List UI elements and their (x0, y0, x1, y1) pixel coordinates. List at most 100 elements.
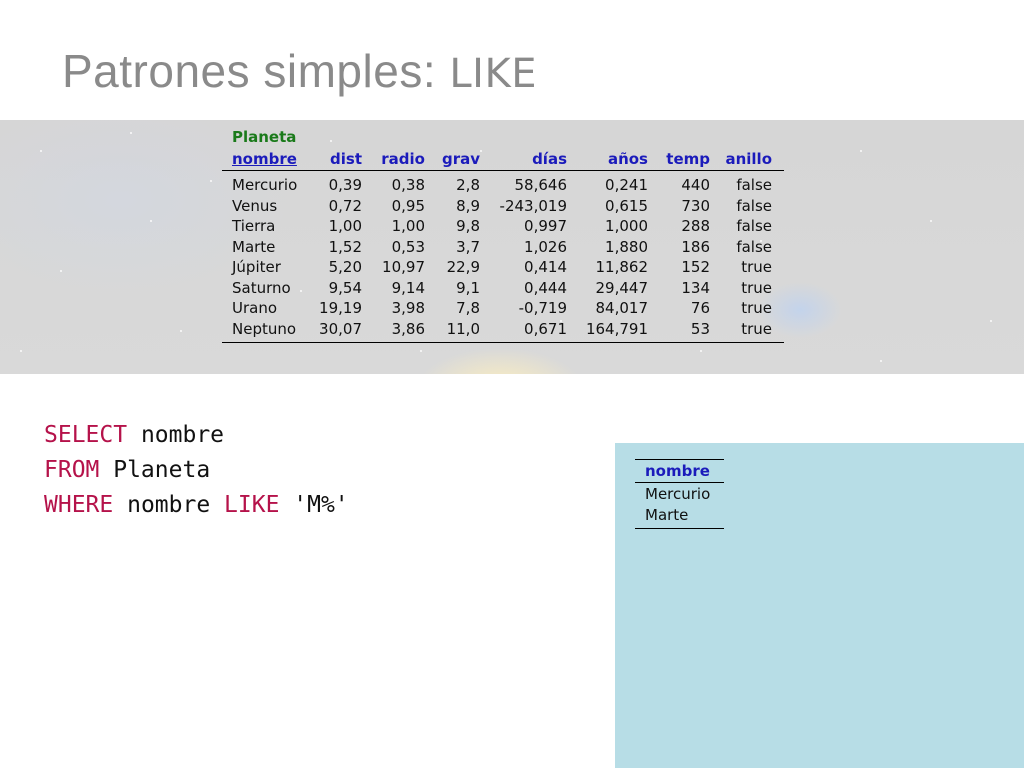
table-cell: 1,00 (391, 217, 425, 235)
star-dot (130, 132, 132, 134)
star-dot (150, 220, 152, 222)
table-cell: Mercurio (232, 176, 298, 194)
table-cell: 84,017 (595, 299, 649, 317)
table-cell: 0,38 (391, 176, 425, 194)
sql-line-from: FROM Planeta (44, 453, 349, 488)
sql-line-select: SELECT nombre (44, 418, 349, 453)
star-dot (880, 360, 882, 362)
table-name: Planeta (232, 128, 297, 146)
planeta-table: Planeta nombre dist radio grav días años… (222, 126, 784, 343)
sql-keyword: FROM (44, 457, 100, 483)
table-row: Urano 19,19 3,98 7,8 -0,719 84,017 76 true (222, 298, 784, 319)
column-header-anillo: anillo (725, 150, 772, 168)
table-row: Mercurio 0,39 0,38 2,8 58,646 0,241 440 false (222, 175, 784, 196)
table-cell: 0,414 (524, 258, 567, 276)
table-cell: Saturno (232, 278, 291, 297)
star-dot (210, 180, 212, 182)
table-cell: true (741, 258, 772, 276)
table-cell: 1,52 (328, 237, 362, 256)
column-header-grav: grav (441, 150, 480, 168)
column-header-temp: temp (666, 150, 710, 168)
table-cell: Marte (232, 237, 276, 256)
table-row: Tierra 1,00 1,00 9,8 0,997 1,000 288 false (222, 216, 784, 237)
table-cell: 53 (690, 319, 710, 338)
table-cell: 9,1 (456, 278, 480, 297)
table-cell: 164,791 (585, 319, 648, 338)
table-cell: 58,646 (514, 176, 568, 194)
sql-keyword: SELECT (44, 422, 128, 448)
table-cell: 186 (681, 237, 710, 256)
table-cell: 76 (690, 299, 710, 317)
table-cell: 29,447 (595, 278, 649, 297)
table-cell: 0,72 (328, 196, 362, 215)
table-row: Saturno 9,54 9,14 9,1 0,444 29,447 134 true (222, 278, 784, 299)
table-cell: 152 (681, 258, 710, 276)
table-cell: true (741, 299, 772, 317)
column-header-radio: radio (381, 150, 425, 168)
table-cell: -243,019 (499, 196, 567, 215)
slide-title-keyword: LIKE (449, 51, 537, 97)
sql-text: Planeta (99, 457, 211, 483)
star-dot (180, 330, 182, 332)
table-cell: 9,8 (456, 217, 480, 235)
table-cell: 0,615 (605, 196, 648, 215)
table-cell: 730 (681, 196, 710, 215)
star-dot (40, 150, 42, 152)
result-row: Marte (645, 506, 689, 524)
table-cell: 5,20 (328, 258, 362, 276)
column-header-nombre: nombre (232, 150, 297, 168)
table-row: Júpiter 5,20 10,97 22,9 0,414 11,862 152 true (222, 257, 784, 278)
table-cell: 134 (681, 278, 710, 297)
table-cell: 30,07 (319, 319, 362, 338)
table-cell: 19,19 (319, 299, 362, 317)
table-cell: 1,000 (605, 217, 648, 235)
star-dot (930, 220, 932, 222)
table-cell: false (736, 237, 772, 256)
table-cell: 3,98 (391, 299, 425, 317)
table-row: Venus 0,72 0,95 8,9 -243,019 0,615 730 false (222, 196, 784, 217)
table-cell: 3,86 (391, 319, 425, 338)
table-cell: 10,97 (382, 258, 425, 276)
table-cell: 3,7 (456, 237, 480, 256)
table-cell: 2,8 (456, 176, 480, 194)
slide-title-text: Patrones simples: (62, 45, 437, 97)
table-body: Mercurio 0,39 0,38 2,8 58,646 0,241 440 false Ve… (222, 171, 784, 343)
table-cell: 7,8 (456, 299, 480, 317)
star-dot (860, 150, 862, 152)
star-dot (700, 350, 702, 352)
sql-query: SELECT nombre FROM Planeta WHERE nombre LI… (44, 418, 349, 523)
table-cell: true (741, 319, 772, 338)
sql-keyword: LIKE (224, 492, 280, 518)
result-body: Mercurio Marte (635, 483, 724, 529)
table-cell: 1,026 (524, 237, 567, 256)
sql-line-where: WHERE nombre LIKE 'M%' (44, 488, 349, 523)
table-cell: 0,671 (524, 319, 567, 338)
table-row: Marte 1,52 0,53 3,7 1,026 1,880 186 false (222, 237, 784, 258)
column-header-dist: dist (330, 150, 362, 168)
table-cell: 9,54 (328, 278, 362, 297)
table-cell: false (736, 196, 772, 215)
result-row: Mercurio (645, 485, 711, 503)
column-header-anos: años (607, 150, 648, 168)
table-cell: Urano (232, 299, 278, 317)
table-row: Neptuno 30,07 3,86 11,0 0,671 164,791 53 true (222, 319, 784, 340)
table-header-row: nombre dist radio grav días años temp an… (222, 148, 784, 171)
table-cell: false (736, 176, 772, 194)
table-cell: 11,862 (595, 258, 649, 276)
star-dot (420, 350, 422, 352)
result-panel: nombre Mercurio Marte (615, 443, 1024, 768)
table-cell: 440 (681, 176, 710, 194)
table-cell: 0,53 (391, 237, 425, 256)
table-cell: false (736, 217, 772, 235)
star-dot (60, 270, 62, 272)
star-dot (20, 350, 22, 352)
table-cell: 288 (681, 217, 710, 235)
sql-text: nombre (127, 422, 225, 448)
table-cell: 8,9 (456, 196, 480, 215)
table-cell: 0,95 (391, 196, 425, 215)
table-cell: 1,00 (328, 217, 362, 235)
table-cell: 11,0 (446, 319, 480, 338)
table-cell: Venus (232, 196, 278, 215)
table-cell: Neptuno (232, 319, 297, 338)
table-cell: Tierra (232, 217, 276, 235)
